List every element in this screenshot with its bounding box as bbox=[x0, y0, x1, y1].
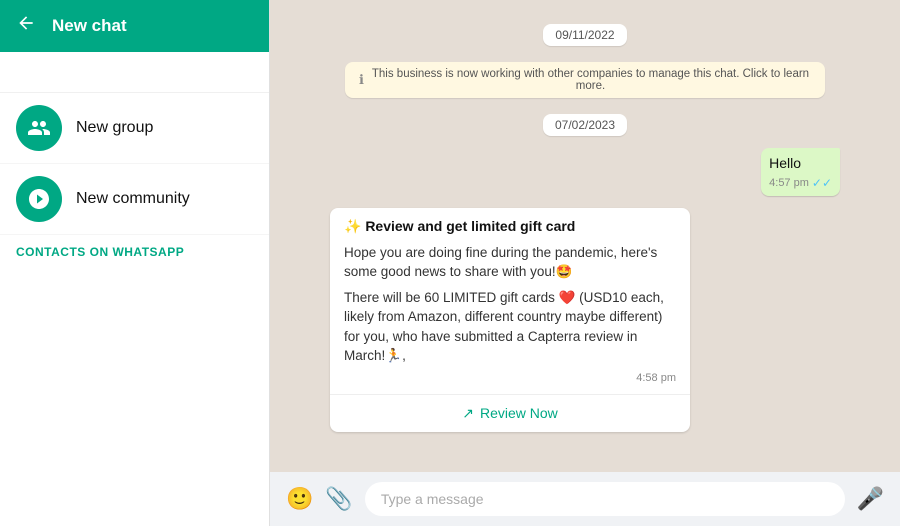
hello-text: Hello bbox=[769, 154, 832, 174]
card-text-1: Hope you are doing fine during the pande… bbox=[344, 243, 676, 282]
external-link-icon: ↗ bbox=[462, 405, 474, 422]
card-title: ✨ Review and get limited gift card bbox=[344, 218, 676, 235]
card-time: 4:58 pm bbox=[344, 372, 676, 384]
panel-header: New chat bbox=[0, 0, 269, 52]
left-panel: New chat New group bbox=[0, 0, 270, 526]
message-tick: ✓✓ bbox=[812, 176, 832, 190]
date-badge-1: 09/11/2022 bbox=[543, 24, 626, 46]
new-community-item[interactable]: New community bbox=[0, 164, 269, 235]
info-text: This business is now working with other … bbox=[370, 68, 811, 92]
new-group-item[interactable]: New group bbox=[0, 93, 269, 164]
community-icon bbox=[16, 176, 62, 222]
review-now-label: Review Now bbox=[480, 405, 558, 421]
attach-icon[interactable]: 📎 bbox=[325, 486, 352, 512]
hello-time: 4:57 pm ✓✓ bbox=[769, 176, 832, 190]
emoji-icon[interactable]: 🙂 bbox=[286, 486, 313, 512]
chat-area: 09/11/2022 ℹ This business is now workin… bbox=[270, 0, 900, 472]
card-body: ✨ Review and get limited gift card Hope … bbox=[330, 208, 690, 394]
hello-bubble: Hello 4:57 pm ✓✓ bbox=[761, 148, 840, 196]
info-banner[interactable]: ℹ This business is now working with othe… bbox=[345, 62, 825, 98]
back-button[interactable] bbox=[16, 13, 36, 39]
search-bar bbox=[0, 52, 269, 93]
search-input[interactable] bbox=[10, 60, 259, 84]
new-community-label: New community bbox=[76, 190, 190, 208]
menu-items: New group New community CONTACTS ON WHAT… bbox=[0, 93, 269, 526]
card-text-2: There will be 60 LIMITED gift cards ❤️ (… bbox=[344, 288, 676, 366]
message-card-row: ✨ Review and get limited gift card Hope … bbox=[330, 204, 840, 436]
bottom-bar: 🙂 📎 🎤 bbox=[270, 472, 900, 526]
hello-message-row: Hello 4:57 pm ✓✓ bbox=[330, 148, 840, 196]
date-badge-2: 07/02/2023 bbox=[543, 114, 627, 136]
message-input[interactable] bbox=[365, 482, 845, 516]
info-icon: ℹ bbox=[359, 72, 364, 88]
message-card: ✨ Review and get limited gift card Hope … bbox=[330, 208, 690, 432]
mic-icon[interactable]: 🎤 bbox=[857, 486, 884, 512]
contacts-header: CONTACTS ON WHATSAPP bbox=[0, 235, 269, 265]
right-panel: 09/11/2022 ℹ This business is now workin… bbox=[270, 0, 900, 526]
review-now-link[interactable]: ↗ Review Now bbox=[330, 394, 690, 432]
panel-title: New chat bbox=[52, 16, 127, 36]
group-icon bbox=[16, 105, 62, 151]
new-group-label: New group bbox=[76, 119, 153, 137]
